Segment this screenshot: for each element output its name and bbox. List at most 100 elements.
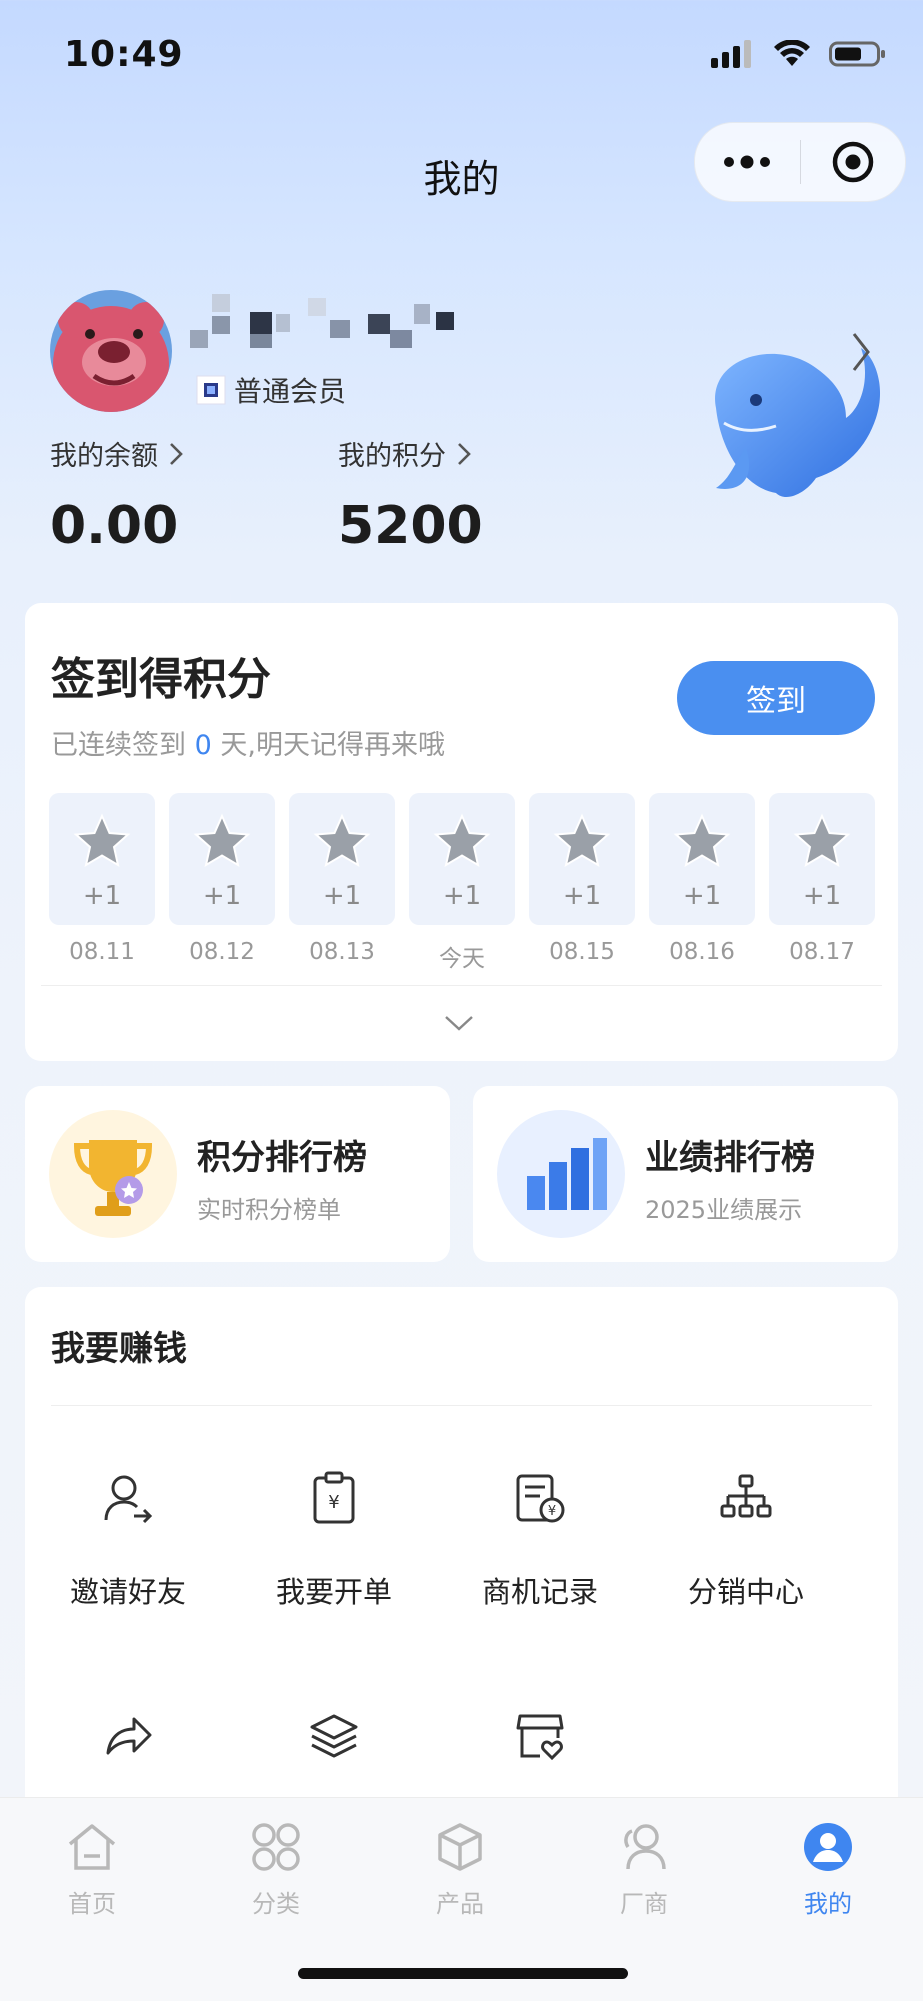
home-indicator <box>298 1968 628 1979</box>
chevron-right-icon <box>852 333 870 371</box>
layers-icon <box>310 1714 358 1758</box>
expand-checkin-button[interactable] <box>443 1013 475 1037</box>
checkin-button[interactable]: 签到 <box>677 661 875 735</box>
earn-money-title: 我要赚钱 <box>51 1329 187 1369</box>
distribution-tree-icon <box>720 1474 772 1518</box>
bar-chart-icon <box>497 1110 625 1238</box>
miniprogram-capsule <box>694 122 906 202</box>
checkin-day: +1 08.11 <box>49 793 155 965</box>
member-level-label: 普通会员 <box>234 375 347 408</box>
tool-label: 分销中心 <box>687 1575 804 1609</box>
checkin-divider <box>41 985 882 986</box>
sales-ranking-card[interactable]: 业绩排行榜 2025业绩展示 <box>473 1086 898 1262</box>
category-icon <box>252 1823 300 1871</box>
star-icon <box>433 813 491 868</box>
checkin-subtitle-suffix: 天,明天记得再来哦 <box>220 730 445 761</box>
star-icon <box>553 813 611 868</box>
points-value: 5200 <box>338 496 483 556</box>
bear-avatar-image <box>50 290 172 412</box>
more-button[interactable] <box>695 123 800 201</box>
points-ranking-subtitle: 实时积分榜单 <box>197 1196 341 1224</box>
earn-divider <box>51 1405 872 1406</box>
profile-detail-chevron[interactable] <box>850 330 872 378</box>
member-level-icon <box>196 375 226 405</box>
checkin-day: +1 08.15 <box>529 793 635 965</box>
cellular-signal-icon <box>711 40 751 68</box>
tool-label: 我要开单 <box>275 1575 392 1609</box>
tab-label: 产品 <box>436 1890 484 1918</box>
checkin-day: +1 08.13 <box>289 793 395 965</box>
checkin-subtitle: 已连续签到 0 天,明天记得再来哦 <box>51 723 445 762</box>
profile-icon <box>804 1823 852 1871</box>
share-button[interactable] <box>25 1701 231 1771</box>
more-dots-icon <box>724 155 771 169</box>
star-icon <box>673 813 731 868</box>
avatar[interactable] <box>50 290 172 412</box>
tab-home[interactable]: 首页 <box>0 1816 184 1919</box>
store-favorites-button[interactable] <box>437 1701 643 1771</box>
star-icon <box>193 813 251 868</box>
tool-label: 邀请好友 <box>69 1575 186 1609</box>
tab-label: 分类 <box>252 1890 300 1918</box>
tab-category[interactable]: 分类 <box>184 1816 368 1919</box>
target-icon <box>832 141 873 183</box>
opportunity-record-icon: ¥ <box>516 1474 565 1523</box>
tab-label: 我的 <box>804 1890 852 1918</box>
checkin-reward: +1 <box>442 881 482 911</box>
checkin-day: +1 08.12 <box>169 793 275 965</box>
layers-button[interactable] <box>231 1701 437 1771</box>
tab-profile[interactable]: 我的 <box>736 1816 920 1919</box>
create-order-button[interactable]: ¥ 我要开单 <box>231 1463 437 1611</box>
product-box-icon <box>438 1823 482 1871</box>
checkin-date: 08.12 <box>189 939 255 965</box>
tab-label: 厂商 <box>620 1890 668 1918</box>
points-link[interactable]: 我的积分 <box>338 434 472 473</box>
chevron-right-icon <box>458 442 471 465</box>
store-heart-icon <box>516 1714 564 1761</box>
sales-ranking-subtitle: 2025业绩展示 <box>645 1196 803 1224</box>
home-icon <box>68 1824 116 1870</box>
checkin-date: 08.15 <box>549 939 615 965</box>
points-ranking-title: 积分排行榜 <box>197 1138 367 1178</box>
checkin-reward: +1 <box>802 881 842 911</box>
checkin-date: 今天 <box>439 946 485 972</box>
checkin-day: +1 08.16 <box>649 793 755 965</box>
chevron-right-icon <box>170 442 183 465</box>
chevron-down-icon <box>445 1016 473 1031</box>
balance-value: 0.00 <box>50 496 179 556</box>
checkin-title: 签到得积分 <box>51 654 271 705</box>
trophy-icon <box>49 1110 177 1238</box>
tab-label: 首页 <box>68 1890 116 1918</box>
checkin-reward: +1 <box>202 881 242 911</box>
checkin-date: 08.11 <box>69 939 135 965</box>
checkin-card: 签到得积分 已连续签到 0 天,明天记得再来哦 签到 +1 08.11 +1 0… <box>25 603 898 1061</box>
star-icon <box>73 813 131 868</box>
tab-product[interactable]: 产品 <box>368 1816 552 1919</box>
points-ranking-card[interactable]: 积分排行榜 实时积分榜单 <box>25 1086 450 1262</box>
wifi-icon <box>774 40 810 66</box>
balance-label: 我的余额 <box>50 441 158 472</box>
checkin-date: 08.13 <box>309 939 375 965</box>
checkin-date: 08.16 <box>669 939 735 965</box>
opportunity-records-button[interactable]: ¥ 商机记录 <box>437 1463 643 1611</box>
status-icons <box>711 40 887 68</box>
balance-link[interactable]: 我的余额 <box>50 434 184 473</box>
svg-text:¥: ¥ <box>328 1492 339 1513</box>
checkin-subtitle-prefix: 已连续签到 <box>51 730 186 761</box>
invite-friends-button[interactable]: 邀请好友 <box>25 1463 231 1611</box>
tab-vendor[interactable]: 厂商 <box>552 1816 736 1919</box>
star-icon <box>793 813 851 868</box>
checkin-streak-count: 0 <box>194 730 212 761</box>
close-miniprogram-button[interactable] <box>801 123 906 201</box>
points-label: 我的积分 <box>338 441 446 472</box>
share-icon <box>106 1717 152 1755</box>
checkin-day: +1 08.17 <box>769 793 875 965</box>
battery-icon <box>829 41 885 67</box>
tool-label: 商机记录 <box>481 1575 598 1609</box>
checkin-reward: +1 <box>682 881 722 911</box>
username-redacted <box>190 290 470 350</box>
distribution-center-button[interactable]: 分销中心 <box>643 1463 849 1611</box>
invite-user-icon <box>104 1475 153 1524</box>
svg-text:¥: ¥ <box>548 1504 556 1519</box>
checkin-reward: +1 <box>562 881 602 911</box>
